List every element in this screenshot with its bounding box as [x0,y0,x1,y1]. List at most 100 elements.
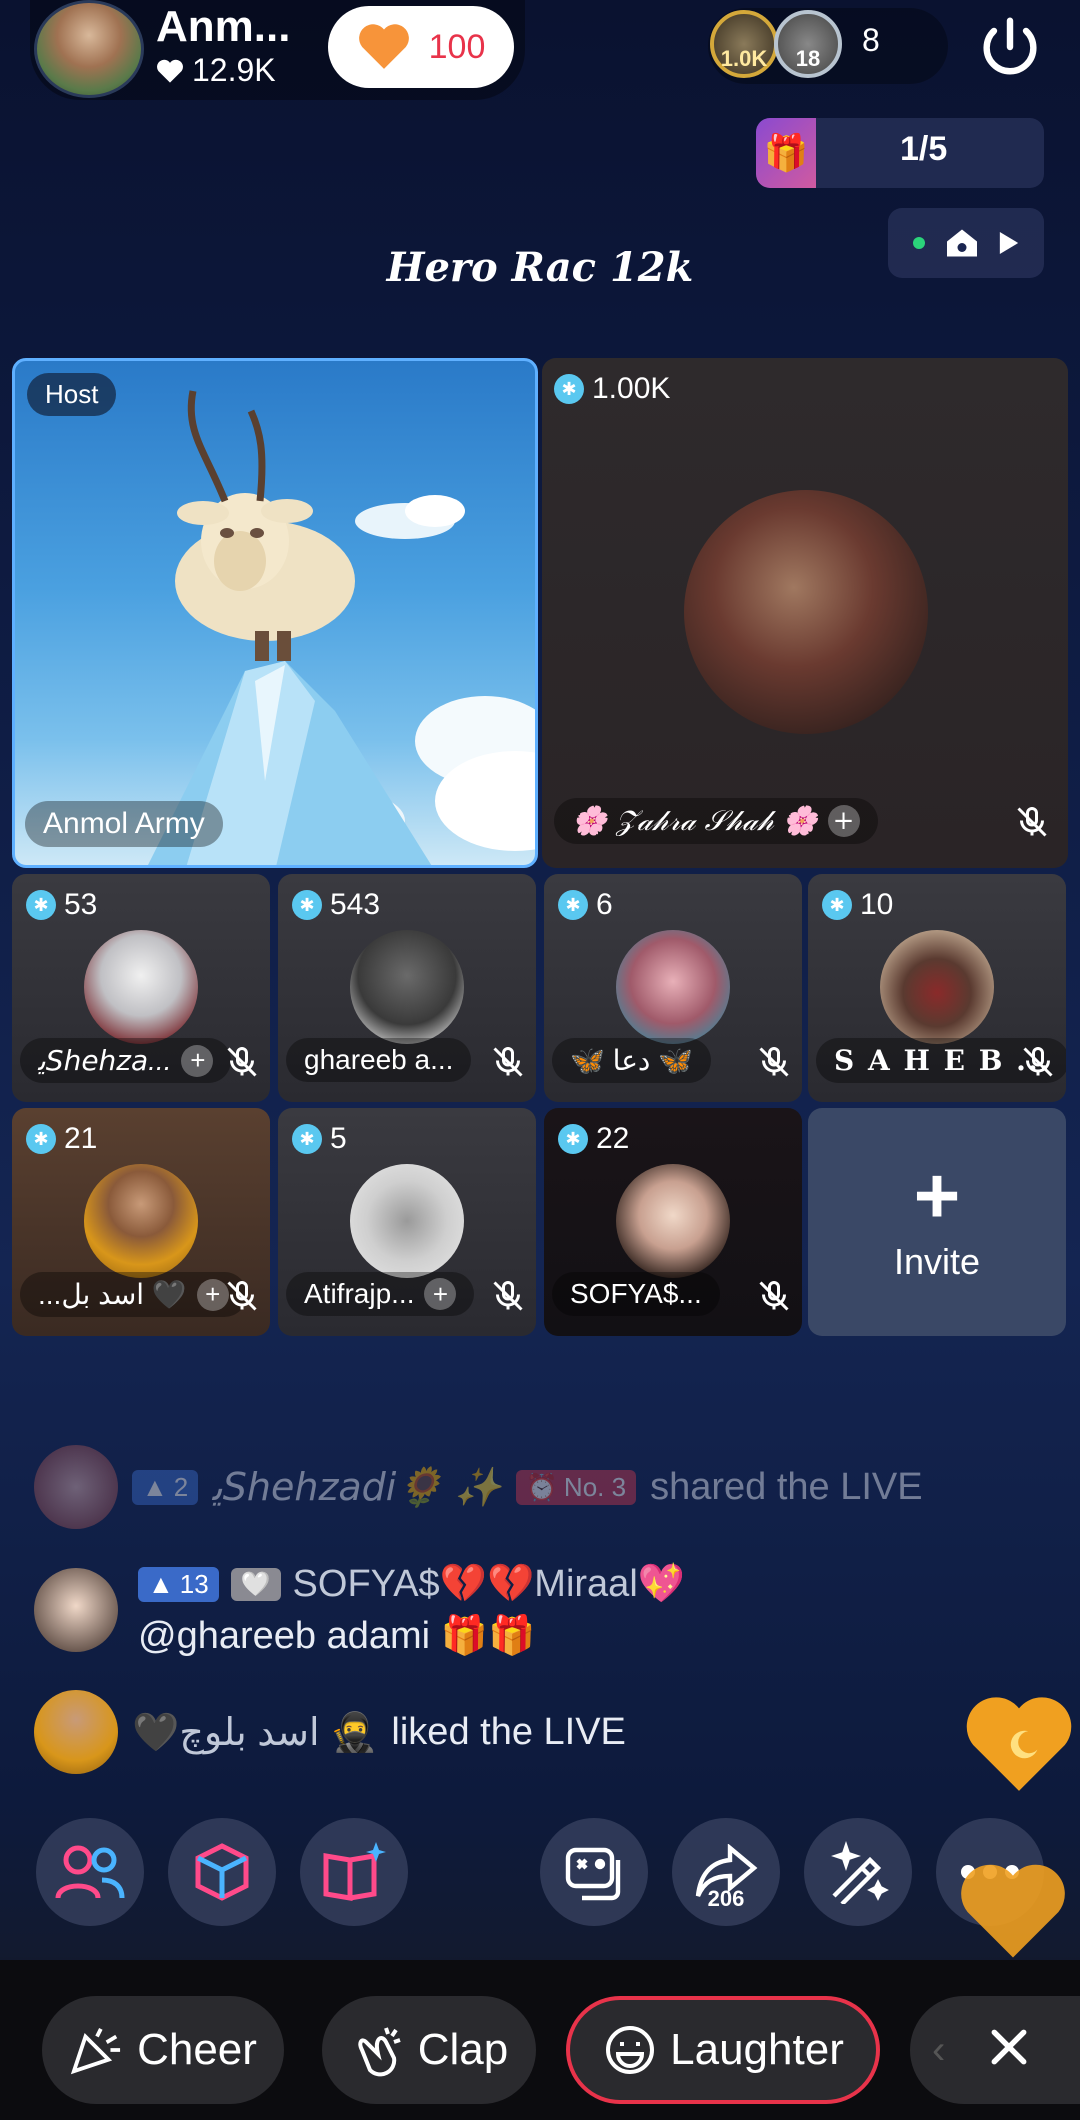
guest-tile[interactable]: ✱ 6 🦋 دعا 🦋 [544,874,802,1102]
follow-plus-icon[interactable]: + [827,805,860,837]
mic-muted-icon [1017,807,1047,837]
mic-muted-icon [493,1047,523,1077]
guest-avatar [84,930,198,1044]
cheer-button[interactable]: Cheer [42,1996,284,2104]
guest-name: ...اسد بل 🖤 [38,1279,187,1310]
guest-name-tag: 🦋 دعا 🦋 [552,1038,712,1083]
guest-score: ✱ 21 [26,1122,97,1156]
party-popper-icon [70,2027,121,2075]
guest-name: SOFYA$... [570,1278,702,1309]
chat-avatar[interactable] [34,1690,118,1774]
close-icon[interactable] [988,2026,1030,2068]
invite-button[interactable]: + Invite [808,1108,1066,1336]
rank-badge: ⏰ No. 3 [515,1469,637,1505]
heart-icon [358,24,409,69]
multi-guest-button[interactable] [36,1818,144,1926]
viewer-count[interactable]: 8 [862,22,880,59]
guest-score: ✱ 6 [558,888,613,922]
guest-tile[interactable]: ✱ 5 Atifrajp... + [278,1108,536,1336]
power-icon[interactable] [975,12,1045,82]
guest-score-value: 6 [596,888,613,921]
guest-score: ✱ 543 [292,888,380,922]
guest-name: ghareeb a... [304,1044,454,1075]
chat-user[interactable]: 🖤اسد بلوچ 🥷 [132,1710,377,1755]
clap-button[interactable]: Clap [322,1996,536,2104]
goat-illustration [148,390,535,865]
rank-value: No. 3 [563,1471,627,1502]
chat-avatar[interactable] [34,1568,118,1652]
guest-name-tag: SOFYA$... [552,1272,720,1316]
follow-plus-icon[interactable]: + [181,1044,214,1077]
diamond-icon: ✱ [554,374,584,404]
top-viewer-avatar[interactable]: 1.0K [710,10,778,78]
diamond-icon: ✱ [292,1124,322,1154]
chat-user[interactable]: SOFYA$💔💔Miraal💖 [293,1562,686,1606]
floating-heart-icon [961,1864,1065,1958]
guest-avatar [616,1164,730,1278]
guest-avatar [684,490,928,734]
game-card-icon [565,1847,621,1901]
clap-label: Clap [417,2025,509,2074]
guest-name-tag: ﯾ𝘚𝘩𝘦𝘩𝘻𝘢... + [20,1038,232,1083]
host-tile-name: Anmol Army [25,801,223,847]
guest-name-tag: 🌸 𝒵𝒶𝒽𝓇𝒶 𝒮𝒽𝒶𝒽 🌸 + [554,798,878,844]
chat-avatar[interactable] [34,1445,118,1529]
cheer-label: Cheer [137,2025,257,2074]
share-button[interactable]: 206 [672,1818,780,1926]
gift-goal-progress: 1/5 [900,130,948,168]
guide-button[interactable] [300,1818,408,1926]
chat-message: 🖤اسد بلوچ 🥷 liked the LIVE [34,1690,626,1774]
game-button[interactable] [540,1818,648,1926]
chevron-left-icon: ‹ [932,2027,946,2072]
laughter-button[interactable]: Laughter [566,1996,880,2104]
guest-tile[interactable]: ✱ 10 S A H E B ... [808,874,1066,1102]
guest-tile[interactable]: ✱ 1.00K 🌸 𝒵𝒶𝒽𝓇𝒶 𝒮𝒽𝒶𝒽 🌸 + [542,358,1068,868]
level-value: 2 [173,1471,189,1502]
cube-icon [195,1843,249,1901]
host-label: Host [27,373,117,416]
guest-score: ✱ 22 [558,1122,629,1156]
floating-heart-icon [966,1697,1072,1791]
guest-avatar [350,930,464,1044]
diamond-icon: ✱ [292,890,322,920]
host-tile[interactable]: Host Anmol Army [12,358,538,868]
diamond-icon: ✱ [558,890,588,920]
guest-score: ✱ 1.00K [554,372,670,406]
guest-name-tag: ...اسد بل 🖤 + [20,1272,247,1317]
mic-muted-icon [227,1047,257,1077]
level-badge: ▲ 13 [138,1566,219,1602]
diamond-icon: ✱ [558,1124,588,1154]
follow-plus-icon[interactable]: + [424,1278,457,1310]
guest-score-value: 10 [860,888,894,921]
diamond-icon: ✱ [26,1124,56,1154]
like-count: 100 [428,27,486,66]
like-button[interactable]: 100 [328,6,514,88]
guest-name: 🦋 دعا 🦋 [570,1045,694,1076]
chat-text: shared the LIVE [650,1465,923,1508]
fan-badge-icon: 🤍 [230,1567,281,1601]
guest-tile[interactable]: ✱ 543 ghareeb a... [278,874,536,1102]
clap-hands-icon [358,2027,401,2077]
chat-text: @ghareeb adami 🎁🎁 [138,1615,536,1657]
guest-score-value: 5 [330,1122,347,1155]
level-badge: ▲ 2 [132,1469,199,1505]
chat-user[interactable]: ﯾ𝘚𝘩𝘦𝘩𝘻𝘢𝘥𝘪🌻 ✨ [212,1465,501,1510]
guest-avatar [880,930,994,1044]
guest-tile[interactable]: ✱ 21 ...اسد بل 🖤 + [12,1108,270,1336]
share-count: 206 [707,1886,745,1911]
effects-button[interactable] [168,1818,276,1926]
guest-score-value: 22 [596,1122,630,1155]
guest-name: Atifrajp... [304,1278,415,1309]
guest-score: ✱ 5 [292,1122,347,1156]
guest-tile[interactable]: ✱ 53 ﯾ𝘚𝘩𝘦𝘩𝘻𝘢... + [12,874,270,1102]
host-avatar[interactable] [34,0,144,98]
room-title: Hero Rac 12k [386,244,694,291]
guest-tile[interactable]: ✱ 22 SOFYA$... [544,1108,802,1336]
host-likes-count: 12.9K [192,52,276,88]
guest-avatar [350,1164,464,1278]
top-viewer-avatar[interactable]: 18 [774,10,842,78]
invite-label: Invite [893,1241,981,1282]
laughing-face-icon [606,2026,655,2074]
guest-score: ✱ 10 [822,888,893,922]
beauty-button[interactable] [804,1818,912,1926]
